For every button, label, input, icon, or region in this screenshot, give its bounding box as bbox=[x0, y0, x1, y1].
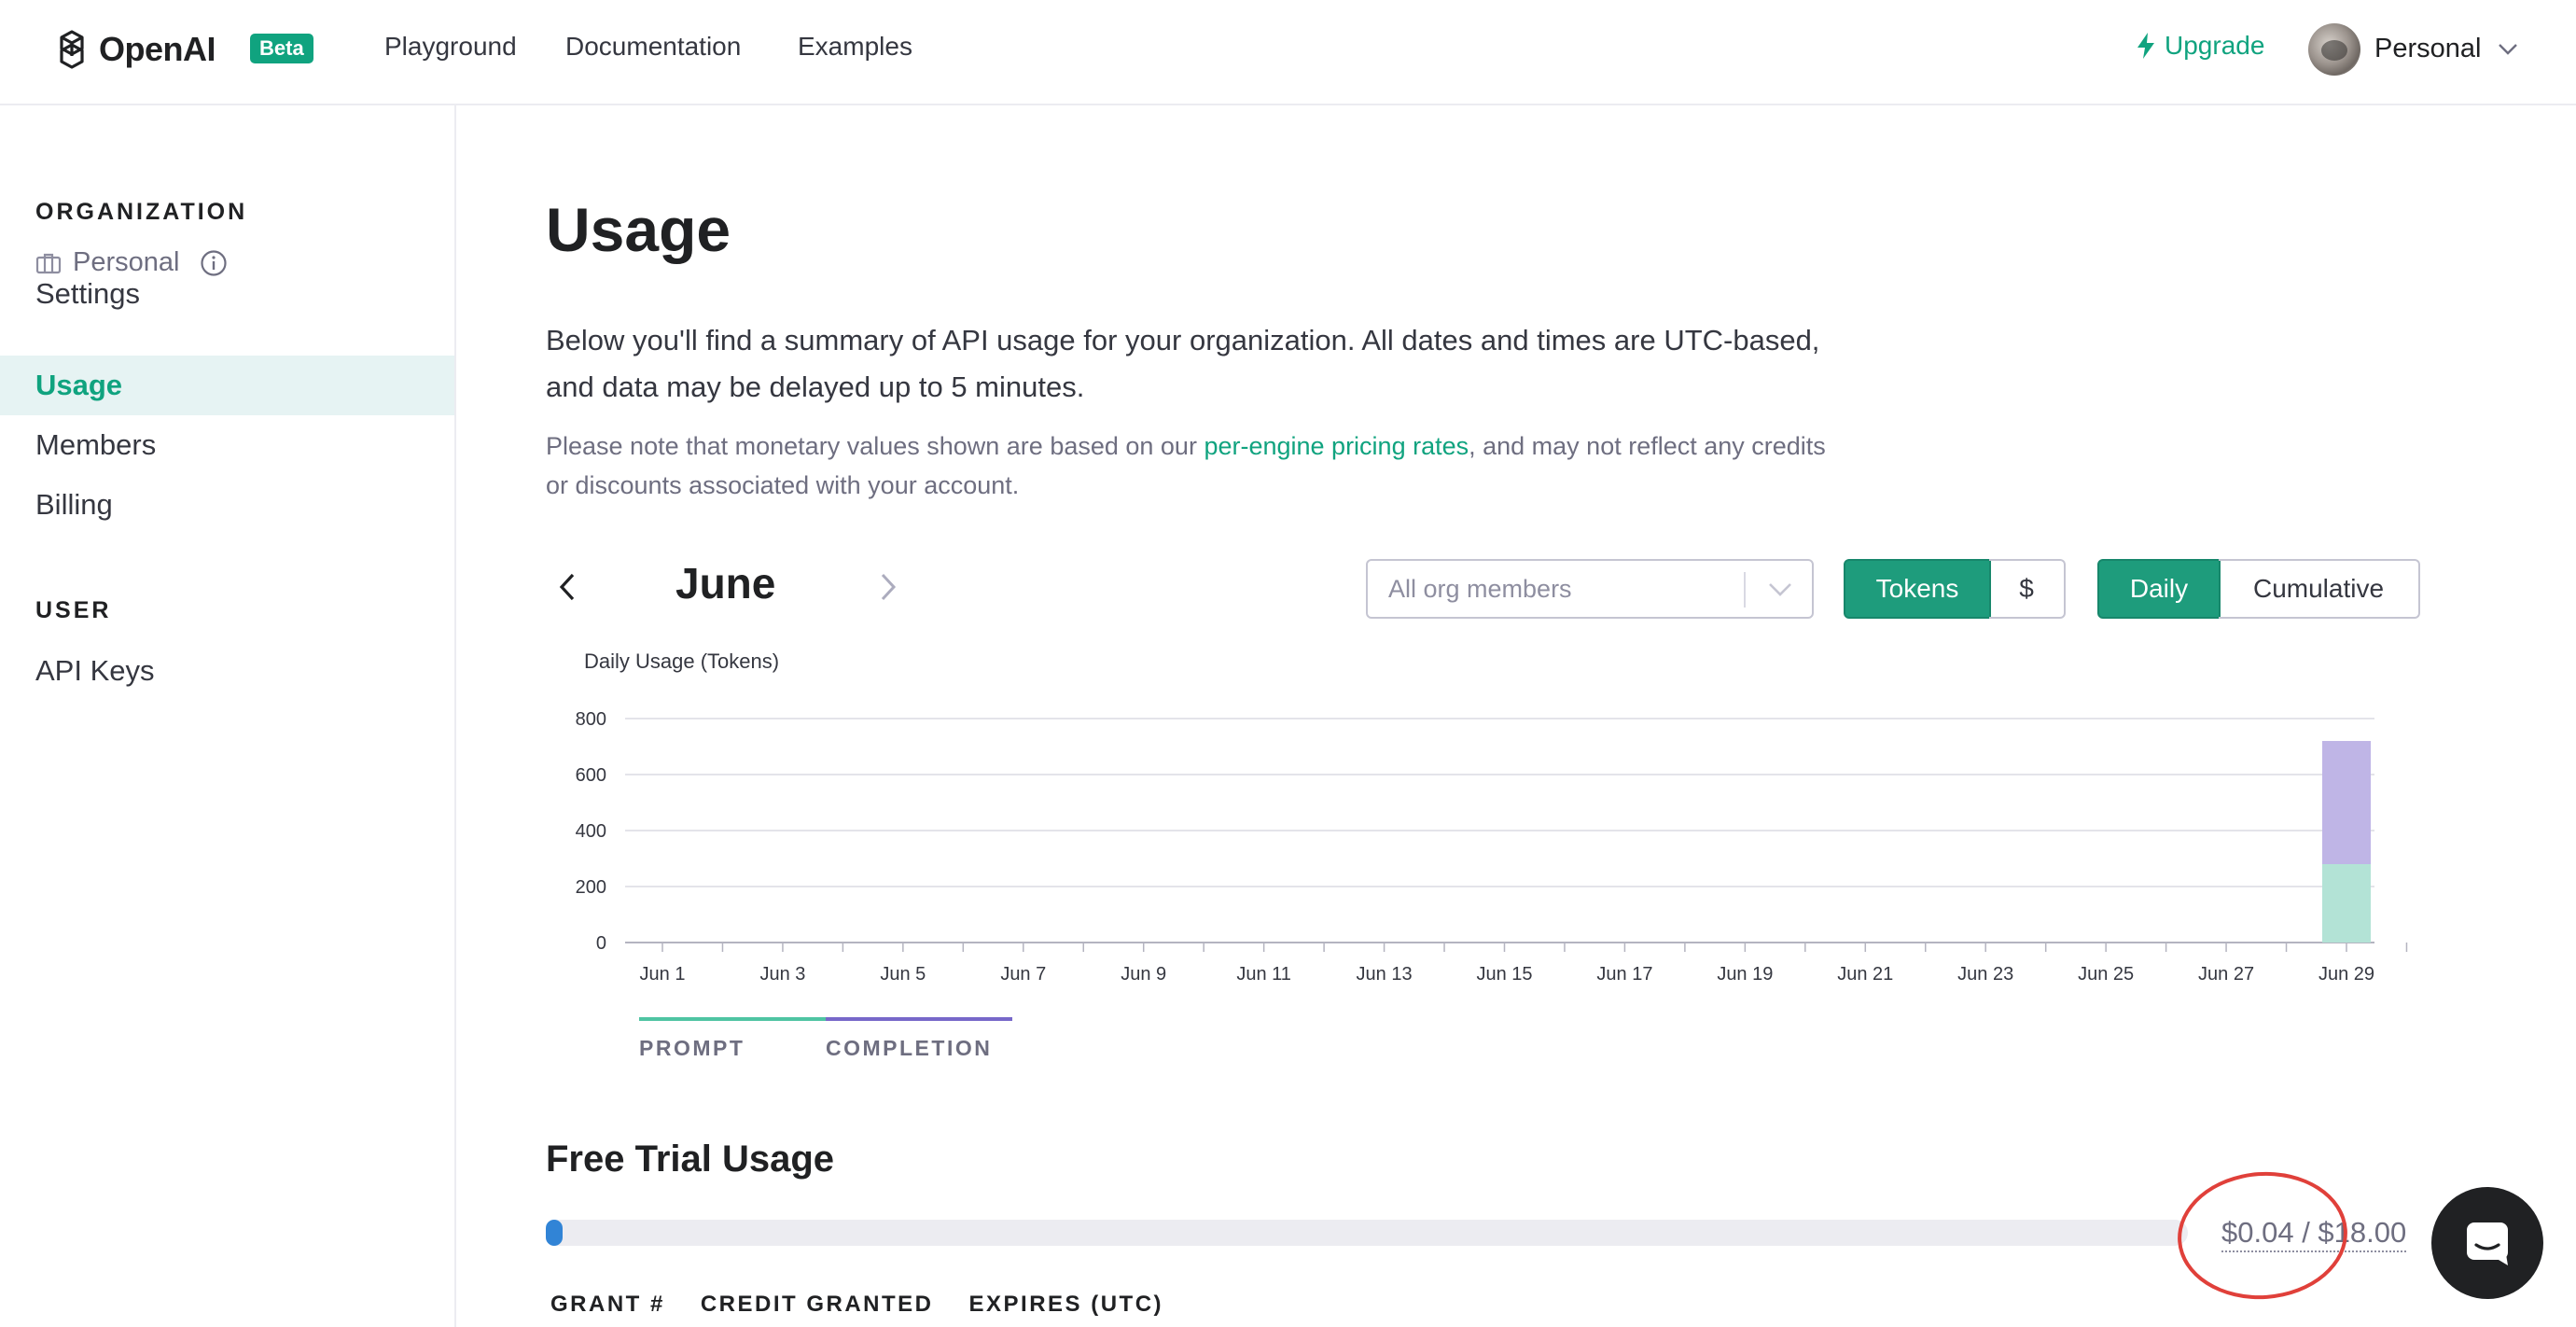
usage-description: Below you'll find a summary of API usage… bbox=[546, 324, 1820, 403]
free-trial-heading: Free Trial Usage bbox=[546, 1138, 835, 1180]
legend-completion-swatch bbox=[826, 1017, 1012, 1021]
chat-support-button[interactable] bbox=[2431, 1187, 2543, 1299]
chart-title: Daily Usage (Tokens) bbox=[584, 650, 779, 673]
user-heading: USER bbox=[35, 597, 112, 623]
x-tick-label: Jun 21 bbox=[1837, 964, 1893, 985]
x-tick-label: Jun 11 bbox=[1236, 964, 1291, 985]
previous-month-chevron-icon[interactable] bbox=[556, 571, 578, 603]
legend-prompt[interactable]: PROMPT bbox=[639, 1017, 826, 1061]
nav-link-playground[interactable]: Playground bbox=[384, 32, 517, 62]
y-tick-label: 600 bbox=[576, 765, 606, 786]
beta-badge: Beta bbox=[250, 34, 313, 63]
legend-completion[interactable]: COMPLETION bbox=[826, 1017, 1012, 1061]
organization-heading: ORGANIZATION bbox=[35, 199, 248, 225]
x-tick-label: Jun 15 bbox=[1476, 964, 1532, 985]
chevron-down-icon bbox=[1769, 583, 1791, 596]
x-tick-label: Jun 23 bbox=[1957, 964, 2013, 985]
nav-link-documentation[interactable]: Documentation bbox=[565, 32, 741, 62]
page-title: Usage bbox=[546, 195, 731, 264]
pricing-note: Please note that monetary values shown a… bbox=[546, 426, 1852, 505]
account-menu[interactable]: Personal bbox=[2374, 34, 2518, 64]
x-tick-label: Jun 13 bbox=[1357, 964, 1413, 985]
red-annotation-circle bbox=[2173, 1166, 2352, 1306]
chat-icon bbox=[2467, 1222, 2508, 1265]
legend-completion-label: COMPLETION bbox=[826, 1036, 993, 1060]
month-label: June bbox=[675, 559, 776, 608]
member-filter-value: All org members bbox=[1388, 574, 1572, 603]
y-tick-label: 400 bbox=[576, 821, 606, 842]
cumulative-toggle-button[interactable]: Cumulative bbox=[2219, 559, 2420, 619]
chevron-down-icon bbox=[2499, 43, 2518, 55]
x-tick-label: Jun 17 bbox=[1596, 964, 1652, 985]
upgrade-label: Upgrade bbox=[2165, 31, 2265, 60]
logo-text: OpenAI bbox=[99, 30, 216, 68]
x-tick-label: Jun 9 bbox=[1121, 964, 1166, 985]
nav-link-examples[interactable]: Examples bbox=[798, 32, 912, 62]
x-tick-label: Jun 19 bbox=[1717, 964, 1773, 985]
legend-prompt-swatch bbox=[639, 1017, 826, 1021]
expires-column: EXPIRES (UTC) bbox=[968, 1292, 1164, 1317]
sidebar-item-billing[interactable]: Billing bbox=[0, 475, 454, 535]
x-tick-label: Jun 5 bbox=[880, 964, 926, 985]
y-tick-label: 800 bbox=[576, 709, 606, 730]
x-tick-label: Jun 25 bbox=[2078, 964, 2134, 985]
dollar-toggle-button[interactable]: $ bbox=[1989, 559, 2066, 619]
top-navigation-bar: OpenAI Beta Playground Documentation Exa… bbox=[0, 0, 2576, 105]
x-tick-label: Jun 1 bbox=[640, 964, 686, 985]
y-tick-label: 200 bbox=[576, 877, 606, 898]
pricing-note-text: Please note that monetary values shown a… bbox=[546, 432, 1204, 460]
openai-logo-icon bbox=[60, 30, 84, 69]
sidebar-item-members[interactable]: Members bbox=[0, 415, 454, 475]
y-tick-label: 0 bbox=[596, 933, 606, 954]
tokens-toggle-button[interactable]: Tokens bbox=[1844, 559, 1991, 619]
x-tick-label: Jun 7 bbox=[1000, 964, 1046, 985]
sidebar-item-usage[interactable]: Usage bbox=[0, 356, 454, 415]
legend-prompt-label: PROMPT bbox=[639, 1036, 745, 1060]
bar-completion bbox=[2322, 741, 2371, 864]
x-tick-label: Jun 27 bbox=[2198, 964, 2254, 985]
openai-logo[interactable]: OpenAI bbox=[49, 26, 216, 73]
daily-toggle-button[interactable]: Daily bbox=[2097, 559, 2221, 619]
free-trial-progress-fill bbox=[546, 1220, 563, 1246]
usage-chart-svg: Daily Usage (Tokens) 0 200 400 600 800 Jun 1 Ju… bbox=[576, 650, 2408, 985]
pricing-rates-link[interactable]: per-engine pricing rates bbox=[1204, 432, 1469, 460]
bar-prompt bbox=[2322, 864, 2371, 943]
grants-table-header: GRANT # CREDIT GRANTED EXPIRES (UTC) bbox=[550, 1292, 1199, 1318]
account-name: Personal bbox=[2374, 34, 2482, 63]
x-tick-label: Jun 3 bbox=[759, 964, 805, 985]
sidebar-item-settings[interactable]: Settings bbox=[0, 264, 454, 324]
upgrade-link[interactable]: Upgrade bbox=[2135, 31, 2264, 61]
next-month-chevron-icon[interactable] bbox=[877, 571, 899, 603]
grant-number-column: GRANT # bbox=[550, 1292, 665, 1317]
daily-usage-chart: Daily Usage (Tokens) 0 200 400 600 800 Jun 1 Ju… bbox=[546, 635, 2412, 1027]
select-divider bbox=[1744, 572, 1746, 608]
credit-granted-column: CREDIT GRANTED bbox=[700, 1292, 934, 1317]
sidebar-item-api-keys[interactable]: API Keys bbox=[0, 641, 454, 701]
x-tick-label: Jun 29 bbox=[2318, 964, 2374, 985]
lightning-icon bbox=[2137, 33, 2154, 59]
sidebar: ORGANIZATION Personal Settings Usage Mem… bbox=[0, 105, 456, 1327]
avatar[interactable] bbox=[2308, 23, 2360, 76]
free-trial-progress-bar bbox=[546, 1220, 2188, 1246]
member-filter-select[interactable]: All org members bbox=[1366, 559, 1814, 619]
